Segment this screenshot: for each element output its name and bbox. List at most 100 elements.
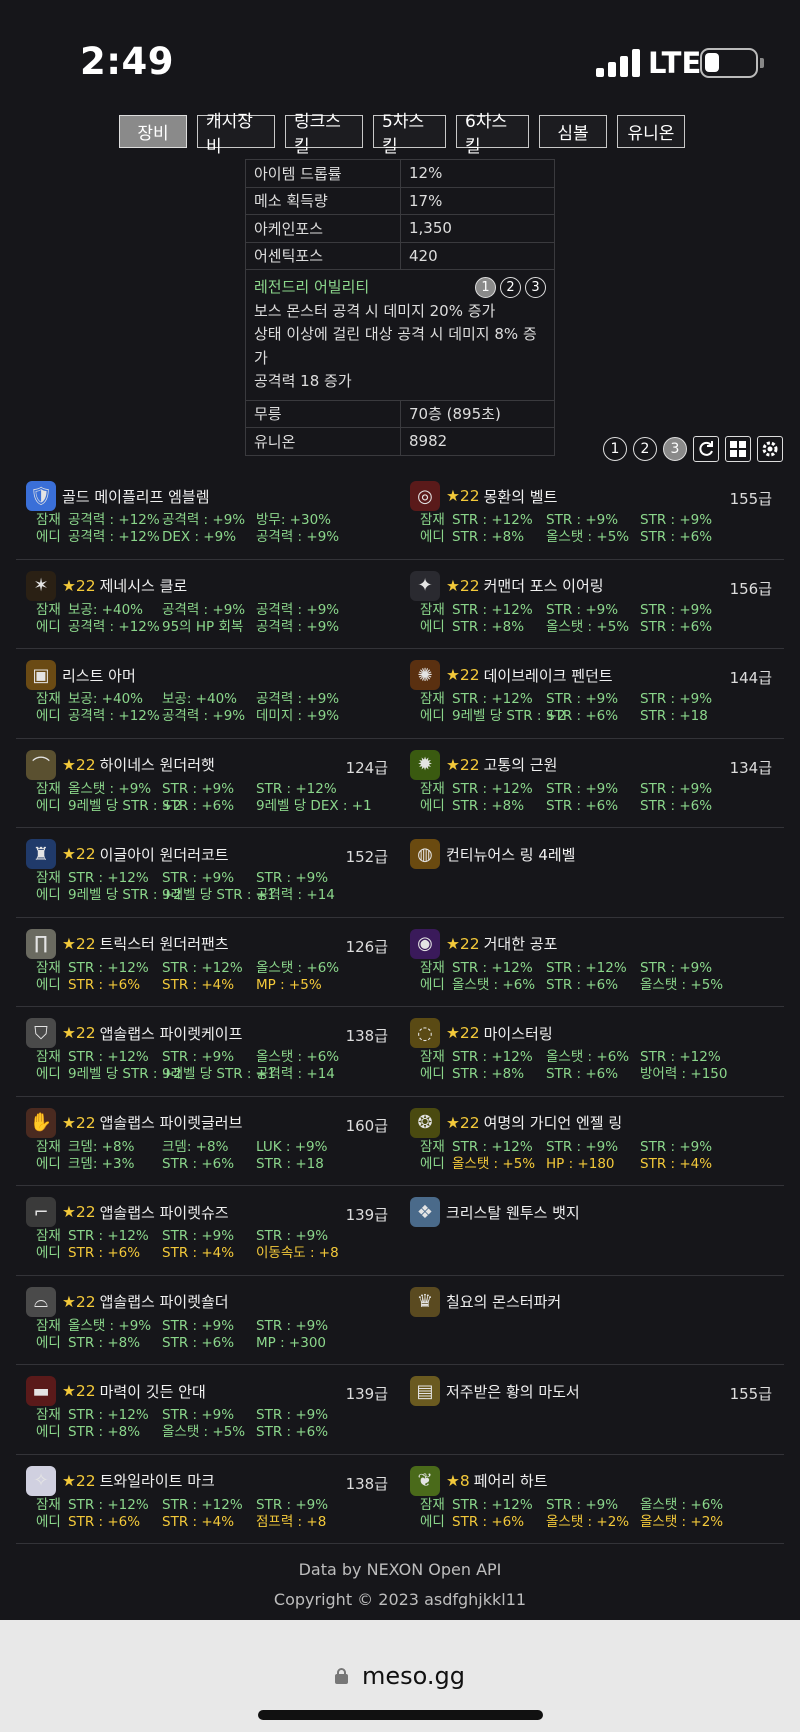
item-icon: ▣ — [26, 660, 56, 690]
equipment-item[interactable]: ◍ 컨티뉴어스 링 4레벨 — [400, 828, 784, 917]
potential-option: STR : +12% — [68, 1496, 149, 1513]
tab-union[interactable]: 유니온 — [617, 115, 685, 148]
equipment-item[interactable]: ✦ ★22 커맨더 포스 이어링 156급 잠재 STR : +12% STR : +9% S… — [400, 560, 784, 649]
additional-option: 9레벨 당 STR : +2 — [68, 887, 182, 903]
equipment-item[interactable]: ◉ ★22 거대한 공포 잠재 STR : +12% STR : +12% STR : +9… — [400, 918, 784, 1007]
item-icon: ∏ — [26, 928, 56, 959]
potential-option: STR : +9% — [546, 601, 619, 618]
additional-options: 에디 올스탯 : +5% HP : +180 STR : +4% — [410, 1156, 774, 1173]
potential-option: STR : +12% — [256, 780, 337, 797]
potential-option: STR : +9% — [546, 1496, 619, 1513]
browser-address-bar[interactable]: meso.gg — [0, 1620, 800, 1732]
potential-option: 올스탯 : +6% — [256, 1049, 340, 1065]
equipment-item[interactable]: ✧ ★22 트와일라이트 마크 138급 잠재 STR : +12% STR : +12% S… — [16, 1455, 400, 1544]
item-icon: ✶ — [26, 570, 56, 601]
additional-option: 공격력 : +9% — [162, 708, 246, 724]
equipment-item[interactable]: ⛉ ★22 앱솔랩스 파이렛케이프 138급 잠재 STR : +12% STR : +9%… — [16, 1007, 400, 1096]
potential-option: STR : +9% — [162, 1228, 235, 1244]
equipment-item[interactable]: ▬ ★22 마력이 깃든 안대 139급 잠재 STR : +12% STR : +9% ST… — [16, 1365, 400, 1454]
equipment-item[interactable]: ⌐ ★22 앱솔랩스 파이렛슈즈 139급 잠재 STR : +12% STR : +9% S… — [16, 1186, 400, 1275]
additional-option: STR : +6% — [256, 1424, 329, 1440]
equipment-row: ▬ ★22 마력이 깃든 안대 139급 잠재 STR : +12% STR : +9% ST… — [16, 1365, 784, 1455]
potential-option: STR : +9% — [162, 1049, 235, 1065]
equipment-item[interactable]: ♛ 칠요의 몬스터파커 — [400, 1276, 784, 1365]
item-level: 155급 — [729, 490, 772, 508]
additional-option: 공격력 : +14 — [256, 1066, 335, 1082]
footer-copyright: Copyright © 2023 asdfghjkkl11 — [273, 1590, 527, 1609]
additional-option: 9레벨 당 STR : +2 — [68, 797, 182, 814]
equipment-item[interactable]: ▤ 저주받은 황의 마도서 155급 — [400, 1365, 784, 1454]
starforce-badge: ★22 — [62, 934, 96, 953]
potential-options: 잠재 공격력 : +12% 공격력 : +9% 방무: +30% — [26, 512, 390, 529]
ability-preset-3[interactable]: 3 — [525, 277, 546, 299]
item-name: 크리스탈 웬투스 뱃지 — [446, 1203, 580, 1222]
equipment-item[interactable]: ⌓ ★22 앱솔랩스 파이렛숄더 잠재 올스탯 : +9% STR : +9% STR : … — [16, 1276, 400, 1365]
item-level: 138급 — [345, 1474, 388, 1493]
additional-option: STR : +6% — [68, 976, 141, 993]
item-level: 152급 — [345, 848, 388, 866]
stat-value[interactable]: 8982 — [400, 427, 555, 456]
ability-preset-2[interactable]: 2 — [500, 277, 521, 299]
equipment-item[interactable]: ∏ ★22 트릭스터 원더러팬츠 126급 잠재 STR : +12% STR : +12%… — [16, 918, 400, 1007]
item-name: 고통의 근원 — [483, 756, 558, 774]
additional-option: MP : +300 — [256, 1334, 326, 1351]
equipment-item[interactable]: ♜ ★22 이글아이 원더러코트 152급 잠재 STR : +12% STR : +9% S… — [16, 828, 400, 917]
tab-equipment[interactable]: 장비 — [119, 115, 187, 148]
equip-preset-2[interactable]: 2 — [633, 437, 657, 461]
item-level: 156급 — [729, 579, 772, 598]
gear-icon[interactable] — [757, 436, 783, 462]
stat-value: 1,350 — [400, 214, 555, 243]
refresh-icon[interactable] — [693, 436, 719, 462]
ability-preset-1[interactable]: 1 — [475, 277, 496, 299]
additional-option: STR : +6% — [68, 1513, 141, 1530]
potential-option: STR : +12% — [68, 1407, 149, 1423]
item-icon: ⌐ — [26, 1197, 56, 1227]
stat-label: 무릉 — [245, 399, 401, 428]
tab-cash-equipment[interactable]: 캐시장비 — [197, 112, 275, 157]
tab-6th-skill[interactable]: 6차스킬 — [456, 112, 529, 157]
equip-preset-3[interactable]: 3 — [663, 437, 687, 461]
grid-view-icon[interactable] — [725, 436, 751, 462]
equipment-item[interactable]: 🛡 골드 메이플리프 엠블렘 잠재 공격력 : +12% 공격력 : +9% 방무: +3… — [16, 470, 400, 559]
equipment-item[interactable]: ◎ ★22 몽환의 벨트 155급 잠재 STR : +12% STR : +9% STR :… — [400, 470, 784, 559]
equipment-item[interactable]: ✺ ★22 데이브레이크 펜던트 144급 잠재 STR : +12% STR : +9% S… — [400, 649, 784, 738]
equipment-item[interactable]: ❂ ★22 여명의 가디언 엔젤 링 잠재 STR : +12% STR : +9% STR… — [400, 1097, 784, 1186]
equipment-item[interactable]: ✹ ★22 고통의 근원 134급 잠재 STR : +12% STR : +9% STR :… — [400, 739, 784, 828]
tab-5th-skill[interactable]: 5차스킬 — [373, 112, 446, 157]
item-name: 이글아이 원더러코트 — [99, 845, 229, 864]
potential-options: 잠재 STR : +12% STR : +9% STR : +9% — [410, 1139, 774, 1156]
additional-options: 에디 STR : +8% 올스탯 : +5% STR : +6% — [410, 619, 774, 636]
equipment-item[interactable]: ⌒ ★22 하이네스 원더러햇 124급 잠재 올스탯 : +9% STR : +9% STR… — [16, 739, 400, 828]
potential-option: LUK : +9% — [256, 1138, 328, 1155]
item-level: 139급 — [345, 1206, 388, 1224]
url-text[interactable]: meso.gg — [362, 1662, 465, 1690]
equipment-item[interactable]: ◌ ★22 마이스터링 잠재 STR : +12% 올스탯 : +6% STR : +12%… — [400, 1007, 784, 1096]
item-level: 139급 — [345, 1385, 388, 1403]
home-indicator[interactable] — [258, 1710, 543, 1720]
additional-option: STR : +8% — [452, 529, 525, 545]
potential-option: STR : +9% — [640, 512, 713, 528]
potential-option: 공격력 : +9% — [162, 512, 246, 528]
item-level: 144급 — [729, 669, 772, 687]
clock: 2:49 — [80, 40, 175, 83]
potential-option: STR : +9% — [256, 870, 329, 886]
equipment-item[interactable]: ▣ 리스트 아머 잠재 보공: +40% 보공: +40% 공격력 : +9% 에디 공격력 … — [16, 649, 400, 738]
item-icon: ✺ — [410, 660, 440, 690]
additional-label: 에디 — [420, 618, 445, 635]
equipment-item[interactable]: ✶ ★22 제네시스 클로 잠재 보공: +40% 공격력 : +9% 공격력 : +9% 에… — [16, 560, 400, 649]
starforce-badge: ★22 — [62, 1203, 96, 1221]
starforce-badge: ★22 — [62, 1471, 96, 1490]
tab-link-skill[interactable]: 링크스킬 — [285, 112, 363, 157]
stats-table: 아이템 드롭률 12% 메소 획득량 17% 아케인포스 1,350 어센틱포스… — [245, 159, 555, 456]
additional-label: 에디 — [36, 708, 61, 724]
equipment-item[interactable]: ❦ ★8 페어리 하트 잠재 STR : +12% STR : +9% 올스탯 : +6% 에… — [400, 1455, 784, 1544]
equipment-item[interactable]: ❖ 크리스탈 웬투스 뱃지 — [400, 1186, 784, 1275]
additional-options: 에디 9레벨 당 STR : +2 STR : +6% STR : +18 — [410, 708, 774, 725]
potential-option: STR : +9% — [546, 512, 619, 528]
equipment-item[interactable]: ✋ ★22 앱솔랩스 파이렛글러브 160급 잠재 크뎀: +8% 크뎀: +8% LUK :… — [16, 1097, 400, 1186]
additional-option: STR : +6% — [640, 529, 713, 545]
equip-preset-1[interactable]: 1 — [603, 437, 627, 461]
tab-symbol[interactable]: 심볼 — [539, 115, 607, 148]
item-name: 여명의 가디언 엔젤 링 — [483, 1114, 623, 1132]
additional-options: 에디 공격력 : +12% 공격력 : +9% 데미지 : +9% — [26, 708, 390, 725]
